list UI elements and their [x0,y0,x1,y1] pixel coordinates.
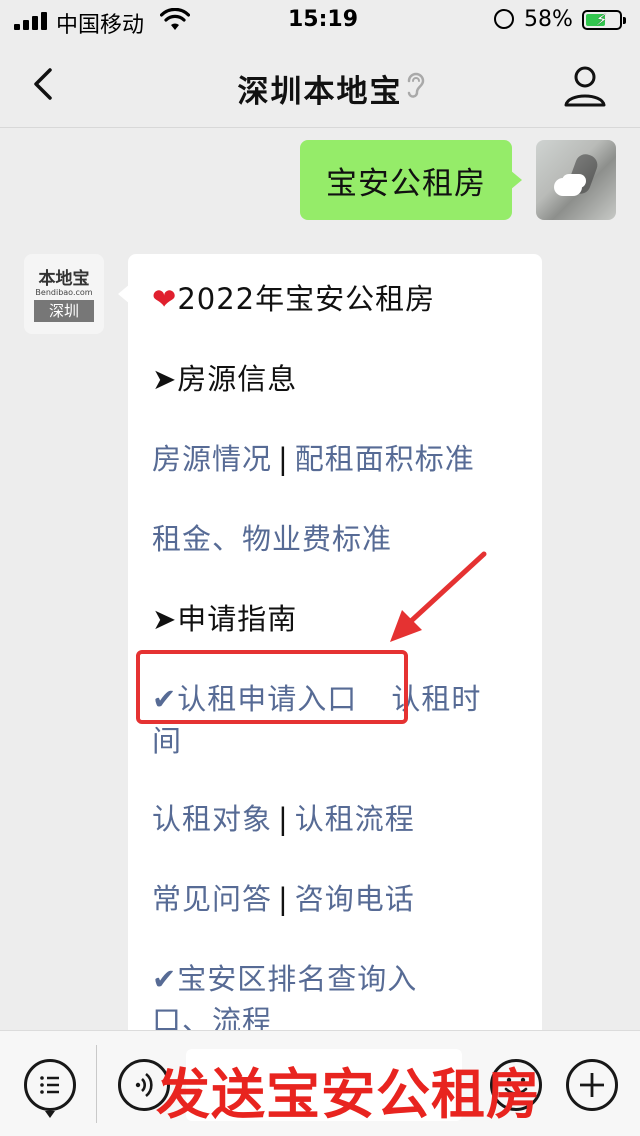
ear-mute-icon [407,72,425,98]
link-process[interactable]: 认租流程 [295,802,415,836]
link-row-6: ✔宝安区排名查询入 [152,956,417,998]
official-account-avatar[interactable]: 本地宝 Bendibao.com 深圳 [24,254,104,334]
more-plus-button[interactable] [566,1059,618,1111]
link-row-5: 常见问答 | 咨询电话 [152,876,415,918]
section-heading-guide: ➤申请指南 [152,602,298,636]
link-target[interactable]: 认租对象 [152,802,272,836]
user-avatar[interactable] [536,140,616,220]
battery-percent: 58% [524,7,573,32]
outgoing-message-bubble[interactable]: 宝安公租房 [300,140,522,220]
link-phone[interactable]: 咨询电话 [295,882,415,916]
chat-title: 深圳本地宝 [237,74,403,110]
list-icon [40,1076,59,1094]
status-bar: 中国移动 15:19 58% ⚡ [0,0,640,40]
status-time: 15:19 [288,7,359,32]
reply-title: 2022年宝安公租房 [177,282,436,316]
link-separator: | [278,802,289,836]
menu-toggle-button[interactable] [24,1059,76,1111]
section-heading-listing: ➤房源信息 [152,362,298,396]
link-rent-fee[interactable]: 租金、物业费标准 [152,522,392,556]
link-row-2: 租金、物业费标准 [152,516,392,558]
nav-bar: 深圳本地宝 [0,40,640,128]
reply-title-line: ❤2022年宝安公租房 [152,276,435,318]
overlay-caption: 发送宝安公租房 [156,1063,541,1126]
link-ranking[interactable]: ✔宝安区排名查询入 [152,962,417,996]
person-icon[interactable] [562,64,608,108]
link-row-3-wrap: 间 [152,718,182,760]
plus-icon [580,1073,604,1097]
battery-icon: ⚡ [582,10,626,30]
link-listing-status[interactable]: 房源情况 [152,442,272,476]
pointer-arrow-icon [390,551,487,642]
avatar-logo-text: 本地宝 [38,269,90,289]
cellular-signal-icon [14,12,48,30]
link-faq[interactable]: 常见问答 [152,882,272,916]
heart-icon: ❤ [152,282,178,316]
link-row-1: 房源情况 | 配租面积标准 [152,436,475,478]
wifi-icon [160,8,190,30]
link-separator: | [278,882,289,916]
link-separator: | [278,442,289,476]
outgoing-message-text: 宝安公租房 [326,165,486,202]
carrier-name: 中国移动 [56,13,145,38]
highlight-box [136,650,408,724]
rotation-lock-icon [494,9,514,29]
caret-down-icon [45,1111,55,1118]
divider [96,1045,97,1123]
link-row-4: 认租对象 | 认租流程 [152,796,415,838]
avatar-city-label: 深圳 [34,300,94,322]
link-apply-time-continued[interactable]: 间 [152,724,182,758]
incoming-message-bubble: ❤2022年宝安公租房 ➤房源信息 房源情况 | 配租面积标准 租金、物业费标准 ➤… [118,254,542,1044]
link-area-standard[interactable]: 配租面积标准 [295,442,475,476]
avatar-domain-text: Bendibao.com [35,288,93,297]
